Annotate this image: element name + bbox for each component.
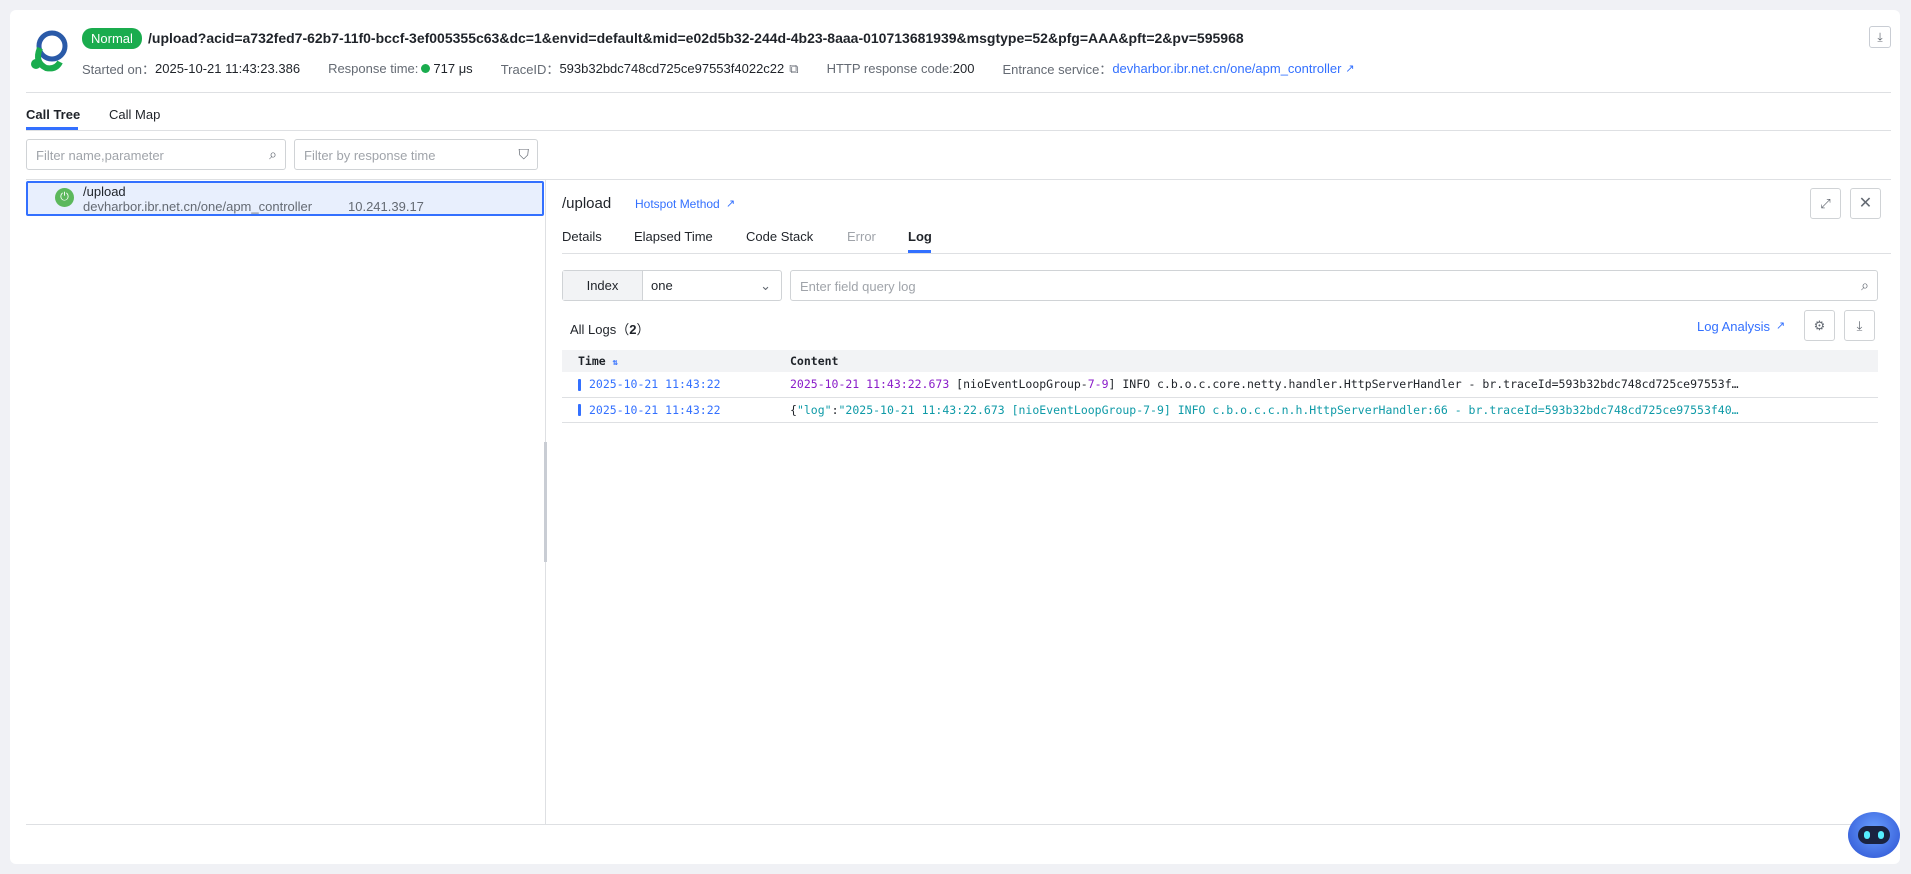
search-icon: ⌕: [1861, 277, 1869, 293]
log-time: 2025-10-21 11:43:22: [589, 402, 721, 417]
divider: [562, 253, 1891, 254]
external-link-icon: ↗: [726, 198, 736, 210]
divider: [26, 130, 1891, 131]
splitter-handle[interactable]: [544, 442, 547, 562]
all-logs-count: All Logs（2）: [570, 319, 650, 338]
log-thread: 7-9: [1087, 377, 1109, 392]
log-analysis-link[interactable]: Log Analysis: [1697, 319, 1770, 334]
download-logs-button[interactable]: ⤓: [1844, 310, 1875, 341]
tree-node-service: devharbor.ibr.net.cn/one/apm_controller: [83, 199, 313, 214]
divider: [26, 824, 1891, 825]
copy-icon[interactable]: ⧉: [789, 61, 798, 77]
all-logs-label: All Logs（: [570, 322, 630, 337]
search-icon: ⌕: [269, 146, 277, 162]
index-value: one: [651, 278, 673, 293]
response-label: Response time:: [328, 61, 419, 76]
trace-label: TraceID：: [500, 62, 560, 77]
external-link-icon: ↗: [1776, 320, 1786, 332]
entrance-link[interactable]: devharbor.ibr.net.cn/one/apm_controller: [1112, 61, 1341, 76]
log-content: 2025-10-21 11:43:22.673 [nioEventLoopGro…: [774, 372, 1878, 398]
detail-title: /upload: [562, 195, 612, 212]
log-text: [nioEventLoopGroup-: [949, 377, 1088, 392]
app-logo: [31, 30, 68, 72]
log-text: ] INFO c.b.o.c.core.netty.handler.HttpSe…: [1108, 377, 1739, 392]
request-url: /upload?acid=a732fed7-62b7-11f0-bccf-3ef…: [148, 30, 1244, 46]
trace-detail-panel: [10, 10, 1900, 864]
tab-log[interactable]: Log: [908, 229, 932, 244]
tab-error: Error: [847, 229, 876, 244]
log-level-bar: [578, 378, 581, 391]
json-key: "log": [796, 402, 832, 417]
trace-value: 593b32bdc748cd725ce97553f4022c22: [559, 61, 785, 76]
tab-call-tree[interactable]: Call Tree: [26, 107, 80, 122]
placeholder: Filter name,parameter: [36, 148, 164, 163]
filter-name-input[interactable]: Filter name,parameter ⌕: [26, 139, 286, 170]
placeholder: Filter by response time: [304, 148, 436, 163]
log-time: 2025-10-21 11:43:22: [589, 377, 721, 392]
tree-node-name: /upload: [83, 184, 126, 199]
chevron-down-icon: ⌄: [760, 278, 771, 293]
spring-boot-icon: ⏻: [55, 188, 74, 207]
column-time[interactable]: Time ⇅: [562, 350, 774, 372]
started-value: 2025-10-21 11:43:23.386: [155, 61, 301, 76]
external-link-icon: ↗: [1345, 63, 1355, 75]
log-table: Time ⇅ Content 2025-10-21 11:43:22 2025-1…: [562, 350, 1878, 423]
divider: [26, 179, 1891, 180]
tab-call-map[interactable]: Call Map: [109, 107, 160, 122]
json-value: "2025-10-21 11:43:22.673 [nioEventLoopGr…: [838, 402, 1739, 417]
ai-assistant-icon[interactable]: [1848, 812, 1900, 858]
download-button[interactable]: ⤓: [1869, 26, 1891, 48]
close-button[interactable]: ✕: [1850, 188, 1881, 219]
entrance-label: Entrance service：: [1002, 62, 1113, 77]
log-content: {"log":"2025-10-21 11:43:22.673 [nioEven…: [774, 397, 1878, 423]
filter-time-input[interactable]: Filter by response time ⛉: [294, 139, 538, 170]
index-label: Index: [563, 271, 643, 300]
hotspot-method-link[interactable]: Hotspot Method: [635, 197, 720, 211]
http-value: 200: [952, 61, 975, 76]
tab-code-stack[interactable]: Code Stack: [746, 229, 813, 244]
response-value: 717 μs: [433, 61, 473, 76]
started-label: Started on：: [82, 62, 155, 77]
filter-icon: ⛉: [518, 146, 530, 162]
index-select[interactable]: Index one ⌄: [562, 270, 782, 301]
tree-node-upload[interactable]: ⏻ /upload devharbor.ibr.net.cn/one/apm_c…: [26, 181, 544, 216]
divider: [26, 92, 1891, 93]
log-level-bar: [578, 404, 581, 416]
table-header: Time ⇅ Content: [562, 350, 1878, 372]
sort-icon[interactable]: ⇅: [613, 358, 618, 368]
table-row[interactable]: 2025-10-21 11:43:22 {"log":"2025-10-21 1…: [562, 397, 1878, 423]
settings-button[interactable]: ⚙: [1804, 310, 1835, 341]
http-label: HTTP response code:: [826, 61, 953, 76]
meta-row: Started on： 2025-10-21 11:43:23.386 Respo…: [82, 59, 1383, 78]
tree-node-ip: 10.241.39.17: [348, 199, 424, 214]
tab-elapsed-time[interactable]: Elapsed Time: [634, 229, 713, 244]
column-content: Content: [774, 350, 1878, 372]
tab-details[interactable]: Details: [562, 229, 602, 244]
fullscreen-button[interactable]: ⤢: [1810, 188, 1841, 219]
log-ts: 2025-10-21 11:43:22.673: [790, 377, 950, 392]
table-row[interactable]: 2025-10-21 11:43:22 2025-10-21 11:43:22.…: [562, 372, 1878, 398]
column-label: Time: [578, 354, 606, 368]
placeholder: Enter field query log: [800, 279, 916, 294]
status-dot-icon: [421, 64, 431, 73]
all-logs-label-end: ）: [636, 322, 650, 337]
json-colon: :: [831, 402, 839, 417]
status-badge: Normal: [82, 28, 142, 49]
log-query-input[interactable]: Enter field query log ⌕: [790, 270, 1878, 301]
json-brace: {: [790, 402, 797, 417]
